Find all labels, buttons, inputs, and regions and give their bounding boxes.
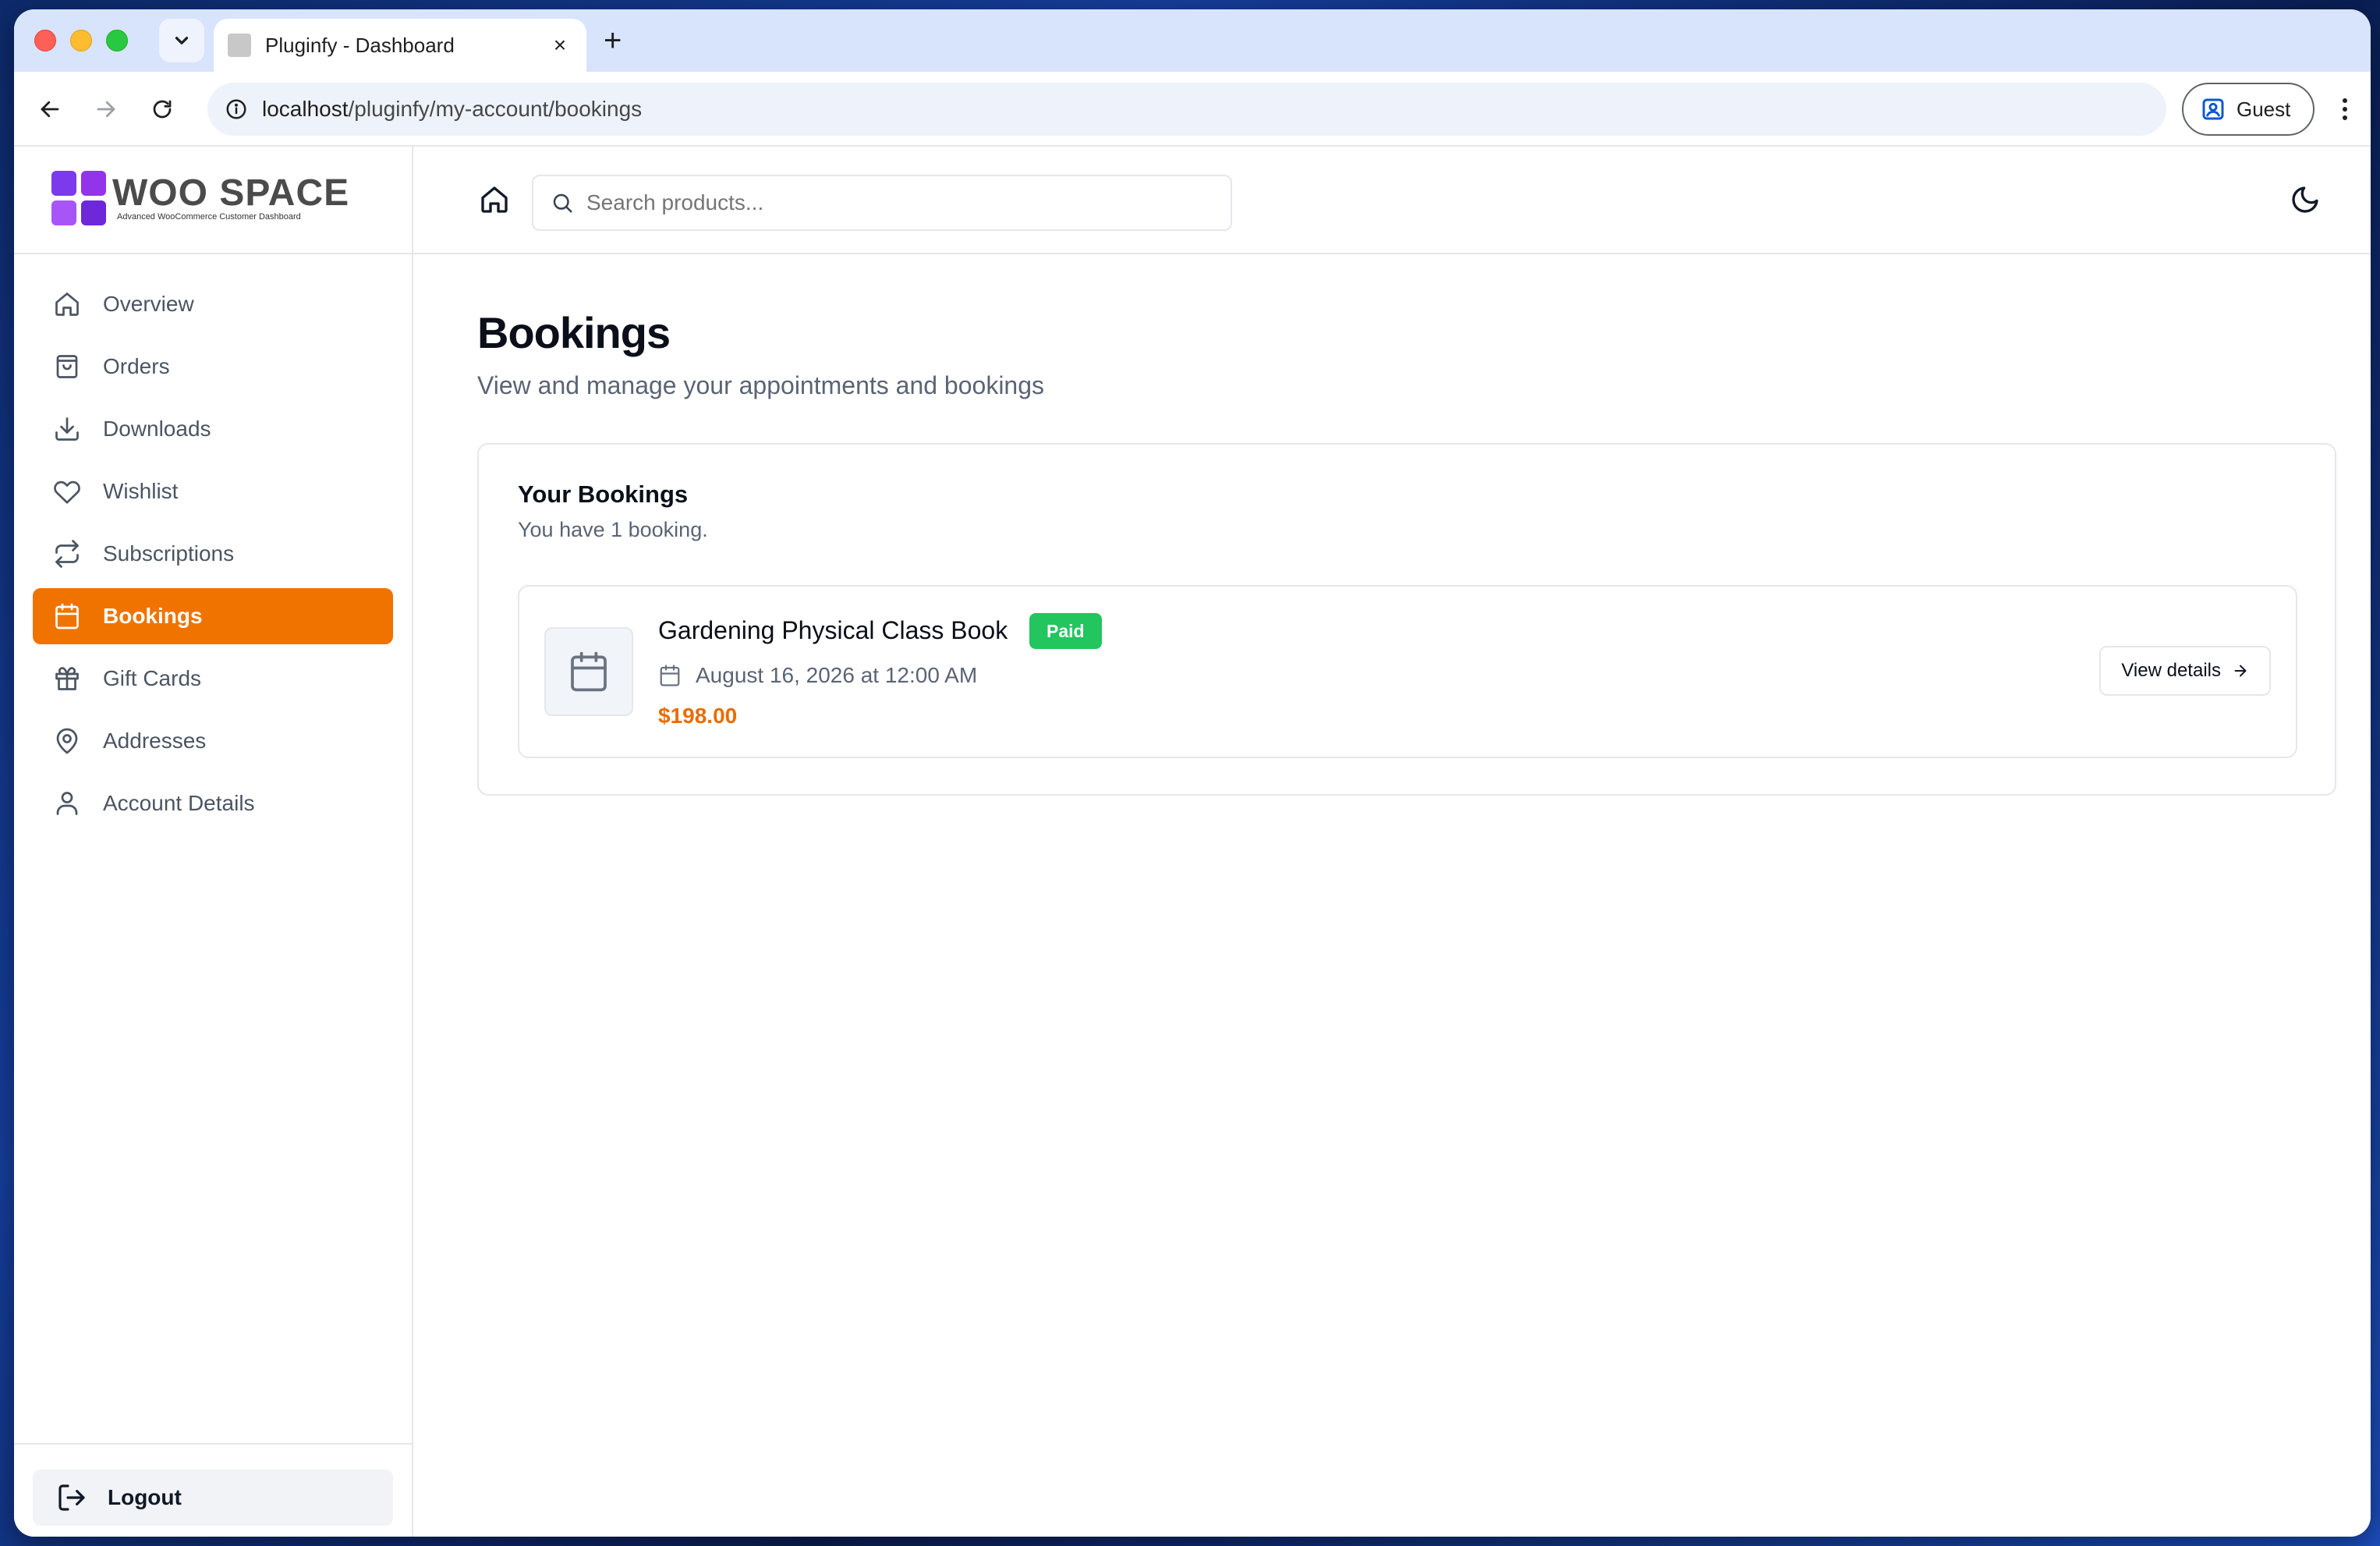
reload-icon <box>153 100 172 119</box>
favicon-icon <box>228 34 251 57</box>
top-header <box>413 147 2371 254</box>
brand-logo[interactable]: WOO SPACE Advanced WooCommerce Customer … <box>51 167 349 229</box>
booking-date: August 16, 2026 at 12:00 AM <box>696 663 978 687</box>
sidebar-item-orders[interactable]: Orders <box>33 339 393 395</box>
maximize-window-button[interactable] <box>106 30 128 51</box>
profile-button[interactable]: Guest <box>2182 83 2314 136</box>
sidebar-item-label: Bookings <box>103 604 203 628</box>
tab-title: Pluginfy - Dashboard <box>265 33 455 57</box>
close-window-button[interactable] <box>34 30 56 51</box>
sidebar-item-bookings[interactable]: Bookings <box>33 588 393 644</box>
card-subtitle: You have 1 booking. <box>518 518 708 541</box>
gift-icon <box>51 663 83 694</box>
arrow-right-icon <box>2232 662 2249 679</box>
home-button[interactable] <box>474 179 515 220</box>
tab-close-icon[interactable]: × <box>547 33 572 58</box>
tab-strip: Pluginfy - Dashboard × + <box>14 9 2371 72</box>
divider <box>14 1443 412 1445</box>
sidebar-item-overview[interactable]: Overview <box>33 276 393 332</box>
view-details-button[interactable]: View details <box>2099 646 2271 696</box>
browser-tab[interactable]: Pluginfy - Dashboard × <box>214 19 586 72</box>
calendar-icon <box>51 601 83 632</box>
user-icon <box>51 788 83 819</box>
bookings-card: Your Bookings You have 1 booking. Garden… <box>477 443 2336 796</box>
profile-icon <box>2202 98 2224 120</box>
sidebar-item-label: Downloads <box>103 417 211 441</box>
sidebar-item-label: Gift Cards <box>103 666 202 690</box>
more-vertical-icon <box>2343 98 2347 120</box>
sidebar-item-subscriptions[interactable]: Subscriptions <box>33 526 393 582</box>
arrow-right-icon <box>97 101 115 118</box>
sidebar-item-downloads[interactable]: Downloads <box>33 401 393 457</box>
url-path: /pluginfy/my-account/bookings <box>348 97 643 121</box>
search-input[interactable] <box>586 190 1195 215</box>
sidebar-item-label: Wishlist <box>103 479 179 503</box>
chevron-down-icon <box>175 37 189 44</box>
page-title: Bookings <box>477 308 671 357</box>
url-host: localhost <box>262 97 349 121</box>
forward-button[interactable] <box>90 94 122 125</box>
logout-icon <box>56 1482 87 1513</box>
sidebar-item-account-details[interactable]: Account Details <box>33 775 393 832</box>
booking-name: Gardening Physical Class Book <box>658 616 1008 644</box>
sidebar: WOO SPACE Advanced WooCommerce Customer … <box>14 147 413 1537</box>
app-root: WOO SPACE Advanced WooCommerce Customer … <box>14 147 2371 1537</box>
view-details-label: View details <box>2121 660 2221 681</box>
booking-price: $198.00 <box>658 704 738 728</box>
sidebar-item-label: Addresses <box>103 729 207 753</box>
sidebar-item-label: Orders <box>103 354 170 378</box>
address-bar[interactable]: localhost/pluginfy/my-account/bookings <box>207 83 2166 136</box>
sidebar-item-wishlist[interactable]: Wishlist <box>33 463 393 519</box>
tab-search-button[interactable] <box>159 19 204 62</box>
map-pin-icon <box>51 725 83 757</box>
main-content: Bookings View and manage your appointmen… <box>413 254 2371 1537</box>
browser-window: Pluginfy - Dashboard × + localhost/plugi… <box>14 9 2371 1537</box>
page-subtitle: View and manage your appointments and bo… <box>477 371 1045 399</box>
calendar-icon <box>571 651 607 692</box>
arrow-left-icon <box>41 101 59 118</box>
sidebar-item-label: Account Details <box>103 791 255 815</box>
brand-tagline: Advanced WooCommerce Customer Dashboard <box>117 212 301 222</box>
minimize-window-button[interactable] <box>70 30 92 51</box>
sidebar-nav: Overview Orders Downloads Wishlist Subsc… <box>33 276 393 838</box>
sidebar-item-gift-cards[interactable]: Gift Cards <box>33 651 393 707</box>
calendar-icon <box>658 664 682 687</box>
search-icon <box>553 193 572 213</box>
search-box[interactable] <box>532 175 1232 231</box>
booking-date-row: August 16, 2026 at 12:00 AM <box>658 663 977 688</box>
new-tab-button[interactable]: + <box>604 25 622 56</box>
logout-button[interactable]: Logout <box>33 1470 393 1526</box>
home-icon <box>481 186 508 213</box>
card-title: Your Bookings <box>518 480 689 508</box>
booking-item: Gardening Physical Class Book Paid Augus… <box>518 585 2297 758</box>
sidebar-item-addresses[interactable]: Addresses <box>33 713 393 769</box>
browser-toolbar: localhost/pluginfy/my-account/bookings G… <box>14 72 2371 147</box>
heart-icon <box>51 476 83 507</box>
divider <box>14 253 412 254</box>
download-icon <box>51 413 83 445</box>
shopping-bag-icon <box>51 351 83 382</box>
url-text: localhost/pluginfy/my-account/bookings <box>262 97 642 122</box>
status-badge: Paid <box>1029 613 1102 649</box>
booking-thumbnail <box>544 627 633 716</box>
site-info-icon[interactable] <box>225 98 248 121</box>
home-icon <box>51 289 83 320</box>
reload-button[interactable] <box>147 94 178 125</box>
browser-menu-button[interactable] <box>2333 94 2357 125</box>
back-button[interactable] <box>34 94 66 125</box>
woo-space-logo-icon <box>51 171 106 225</box>
moon-icon <box>2292 186 2318 213</box>
dark-mode-toggle[interactable] <box>2286 181 2324 218</box>
brand-name: WOO SPACE <box>112 172 350 214</box>
profile-label: Guest <box>2237 97 2291 121</box>
sidebar-item-label: Subscriptions <box>103 541 235 566</box>
sidebar-item-label: Overview <box>103 292 194 316</box>
logout-label: Logout <box>108 1485 182 1509</box>
repeat-icon <box>51 538 83 569</box>
